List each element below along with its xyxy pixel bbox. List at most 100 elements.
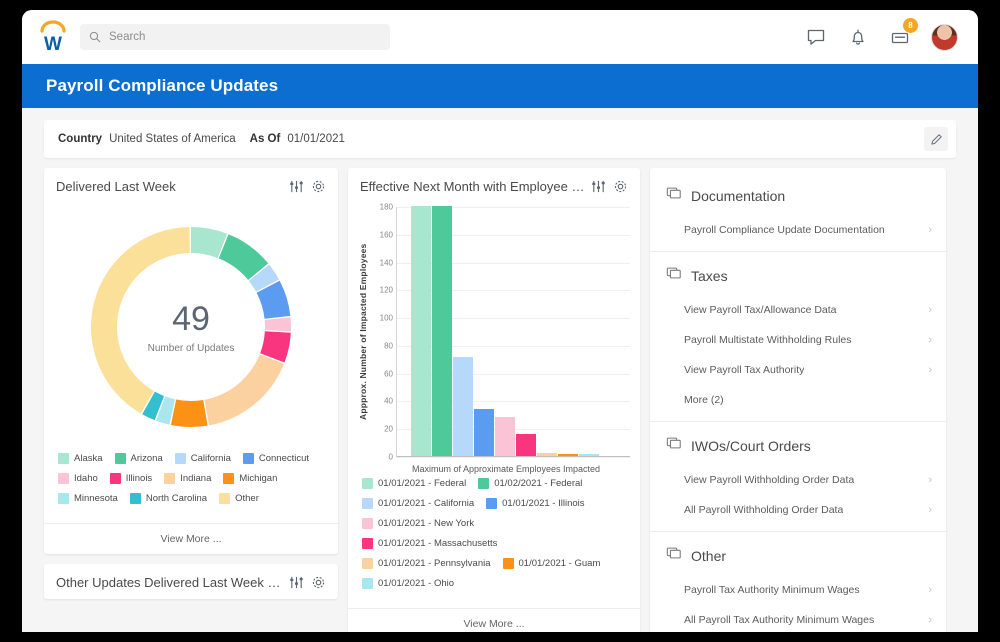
notifications-bell-icon[interactable] <box>847 26 869 48</box>
side-panel-link[interactable]: View Payroll Tax/Allowance Data› <box>650 295 946 325</box>
copy-icon <box>666 265 682 286</box>
bar[interactable] <box>516 434 536 456</box>
legend-swatch <box>115 453 126 464</box>
y-tick-label: 0 <box>389 453 393 462</box>
legend-item[interactable]: 01/01/2021 - Illinois <box>486 498 584 509</box>
legend-item[interactable]: 01/01/2021 - New York <box>362 518 474 529</box>
header-actions: 8 <box>805 24 962 51</box>
link-label: View Payroll Withholding Order Data <box>684 474 854 486</box>
legend-item[interactable]: North Carolina <box>130 493 207 504</box>
legend-swatch <box>503 558 514 569</box>
workday-logo[interactable]: W <box>38 20 68 54</box>
side-panel-link[interactable]: Payroll Tax Authority Minimum Wages› <box>650 575 946 605</box>
legend-item[interactable]: Minnesota <box>58 493 118 504</box>
search-input[interactable]: Search <box>80 24 390 50</box>
legend-label: Michigan <box>239 473 277 484</box>
y-tick-label: 40 <box>384 397 393 406</box>
gear-icon[interactable] <box>613 179 628 194</box>
section-title: IWOs/Court Orders <box>691 438 811 454</box>
as-of-value: 01/01/2021 <box>287 133 345 145</box>
card-header: Delivered Last Week <box>44 168 338 203</box>
country-label: Country <box>58 133 102 145</box>
inbox-icon[interactable]: 8 <box>889 26 911 48</box>
donut-segment[interactable] <box>204 354 284 425</box>
legend-swatch <box>110 473 121 484</box>
legend-item[interactable]: Indiana <box>164 473 211 484</box>
legend-swatch <box>478 478 489 489</box>
card-title: Delivered Last Week <box>56 179 176 194</box>
card-other-updates: Other Updates Delivered Last Week or Eff… <box>44 564 338 599</box>
side-panel-link[interactable]: More (2)› <box>650 385 946 415</box>
legend-item[interactable]: Arizona <box>115 453 163 464</box>
legend-item[interactable]: 01/01/2021 - Pennsylvania <box>362 558 491 569</box>
global-header: W Search <box>22 10 978 64</box>
chat-icon[interactable] <box>805 26 827 48</box>
bar[interactable] <box>558 454 578 456</box>
legend-item[interactable]: 01/02/2021 - Federal <box>478 478 582 489</box>
donut-center-label: 49 Number of Updates <box>44 300 338 354</box>
legend-item[interactable]: Alaska <box>58 453 103 464</box>
legend-label: Arizona <box>131 453 163 464</box>
legend-item[interactable]: Other <box>219 493 259 504</box>
bar-legend: 01/01/2021 - Federal 01/02/2021 - Federal… <box>348 476 640 608</box>
legend-item[interactable]: Michigan <box>223 473 277 484</box>
bar[interactable] <box>474 409 494 456</box>
sliders-icon[interactable] <box>289 179 304 194</box>
donut-segment[interactable] <box>171 399 208 427</box>
legend-swatch <box>58 473 69 484</box>
side-panel-link[interactable]: View Payroll Tax Authority› <box>650 355 946 385</box>
gear-icon[interactable] <box>311 575 326 590</box>
legend-item[interactable]: Idaho <box>58 473 98 484</box>
card-header: Other Updates Delivered Last Week or Eff… <box>44 564 338 599</box>
sliders-icon[interactable] <box>591 179 606 194</box>
side-panel-link[interactable]: All Payroll Tax Authority Minimum Wages› <box>650 605 946 632</box>
right-column: Documentation Payroll Compliance Update D… <box>650 168 946 632</box>
legend-label: 01/01/2021 - Guam <box>519 558 601 569</box>
legend-item[interactable]: 01/01/2021 - Massachusetts <box>362 538 497 549</box>
legend-label: Illinois <box>126 473 152 484</box>
donut-value: 49 <box>44 300 338 339</box>
legend-item[interactable]: 01/01/2021 - Ohio <box>362 578 454 589</box>
y-tick-label: 160 <box>380 230 393 239</box>
y-axis-ticks: 020406080100120140160180 <box>370 207 396 457</box>
legend-item[interactable]: 01/01/2021 - Federal <box>362 478 466 489</box>
link-label: Payroll Tax Authority Minimum Wages <box>684 584 860 596</box>
legend-label: North Carolina <box>146 493 207 504</box>
side-panel-link[interactable]: View Payroll Withholding Order Data› <box>650 465 946 495</box>
bar[interactable] <box>495 417 515 456</box>
profile-avatar[interactable] <box>931 24 958 51</box>
legend-swatch <box>362 578 373 589</box>
side-panel-link[interactable]: Payroll Compliance Update Documentation› <box>650 215 946 245</box>
legend-swatch <box>175 453 186 464</box>
bar[interactable] <box>432 206 452 456</box>
view-more-delivered[interactable]: View More ... <box>44 523 338 554</box>
side-panel-link[interactable]: All Payroll Withholding Order Data› <box>650 495 946 525</box>
legend-item[interactable]: 01/01/2021 - California <box>362 498 474 509</box>
bar-chart-plot: Appprox. Number of Impacted Employees 02… <box>356 207 630 457</box>
app-window: W Search <box>22 10 978 632</box>
x-axis-label: Maximum of Approximate Employees Impacte… <box>356 457 630 476</box>
link-label: View Payroll Tax Authority <box>684 364 804 376</box>
bar-chart: Appprox. Number of Impacted Employees 02… <box>348 203 640 476</box>
side-panel-link[interactable]: Payroll Multistate Withholding Rules› <box>650 325 946 355</box>
view-more-effective[interactable]: View More ... <box>348 608 640 632</box>
y-tick-label: 120 <box>380 286 393 295</box>
gear-icon[interactable] <box>311 179 326 194</box>
legend-item[interactable]: Connecticut <box>243 453 309 464</box>
section-header: Other <box>650 532 946 575</box>
sliders-icon[interactable] <box>289 575 304 590</box>
dashboard-cards: Delivered Last Week <box>44 168 956 632</box>
legend-item[interactable]: 01/01/2021 - Guam <box>503 558 601 569</box>
legend-item[interactable]: Illinois <box>110 473 152 484</box>
bar[interactable] <box>537 453 557 456</box>
middle-column: Effective Next Month with Employee Impac… <box>348 168 640 632</box>
bar[interactable] <box>579 454 599 456</box>
edit-filters-button[interactable] <box>924 127 948 151</box>
bar[interactable] <box>411 206 431 456</box>
bar[interactable] <box>453 357 473 456</box>
legend-label: 01/01/2021 - Ohio <box>378 578 454 589</box>
card-header-actions <box>585 179 628 194</box>
section-title: Documentation <box>691 188 785 204</box>
y-tick-label: 60 <box>384 369 393 378</box>
legend-item[interactable]: California <box>175 453 231 464</box>
